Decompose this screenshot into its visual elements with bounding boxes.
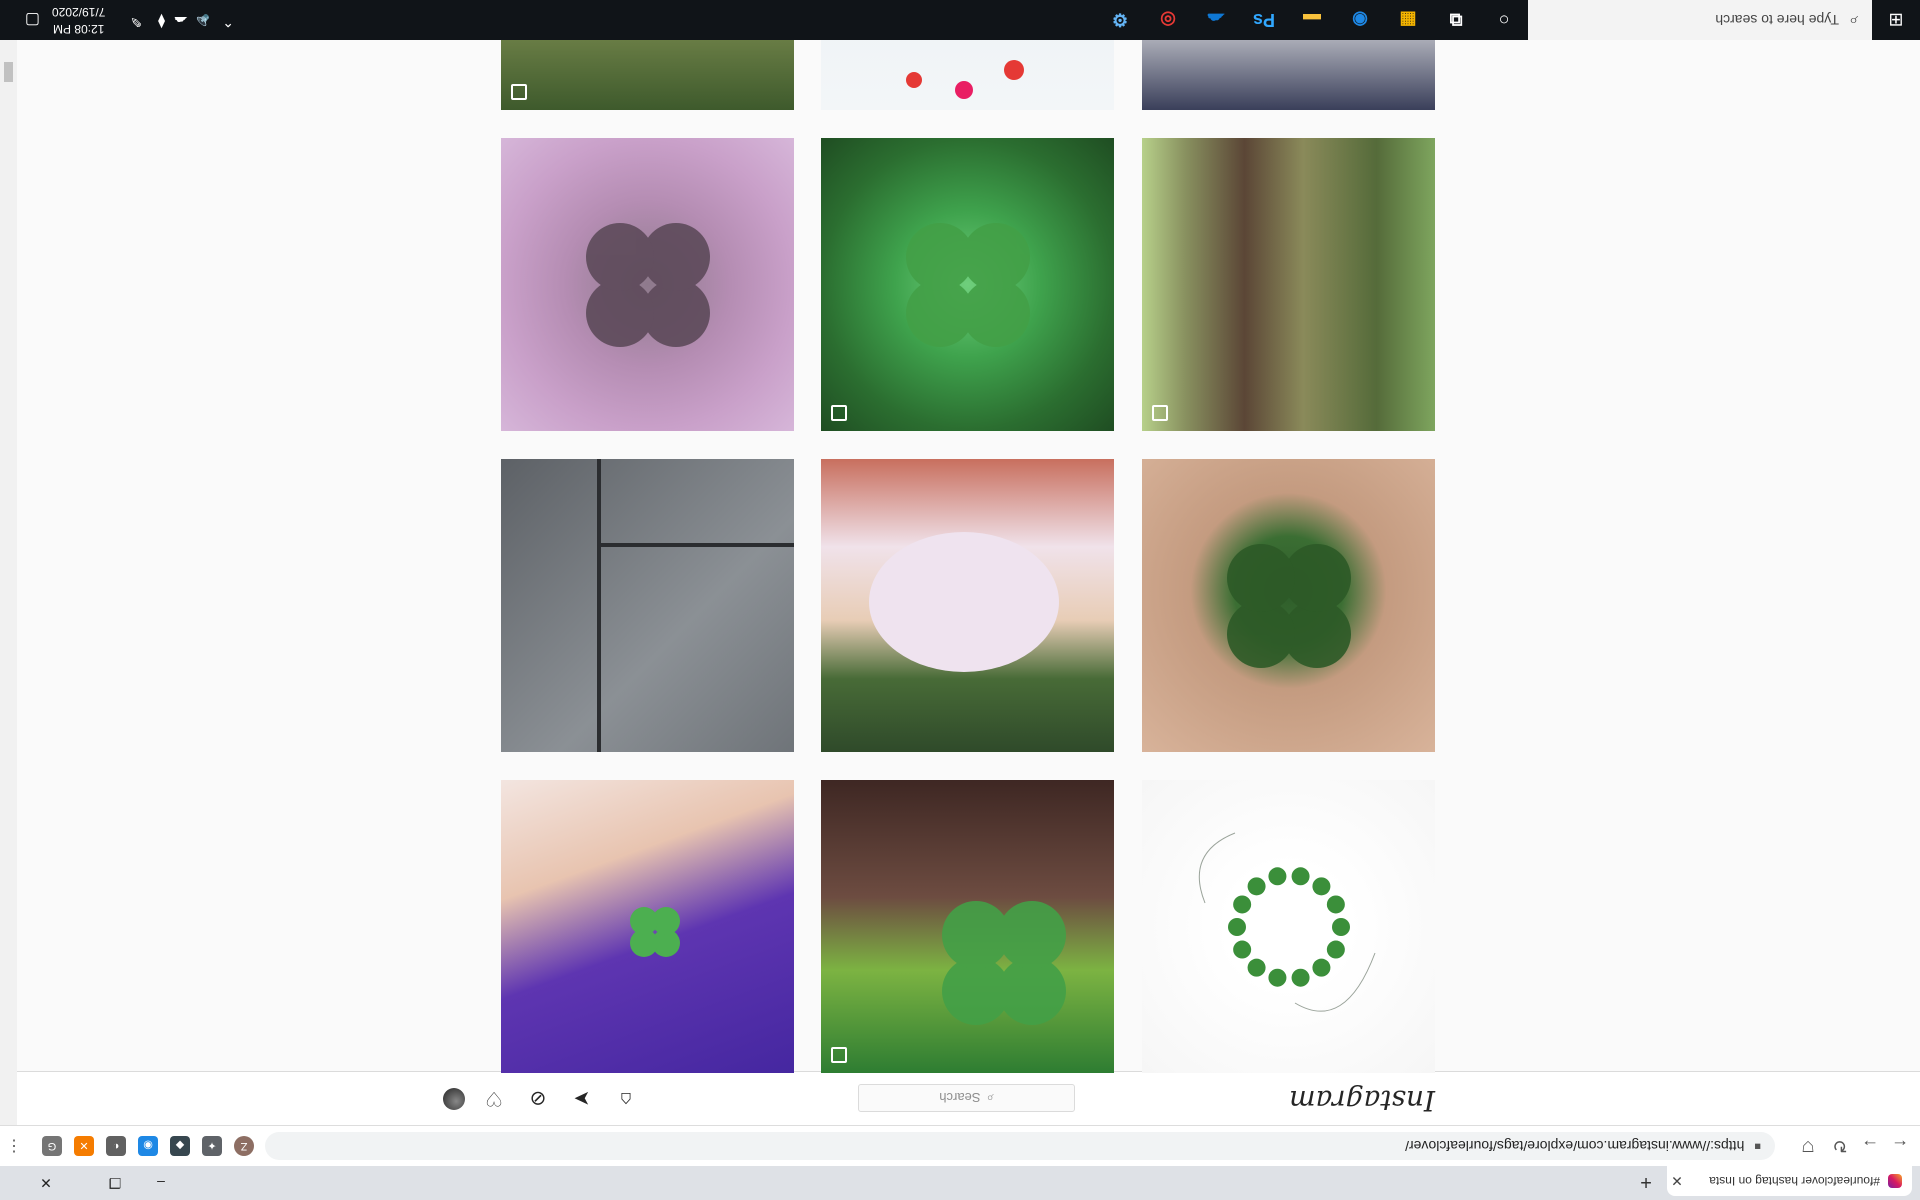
address-bar[interactable]: ■ https://www.instagram.com/explore/tags…	[265, 1132, 1775, 1160]
ext-grey-icon[interactable]: ◐	[106, 1136, 126, 1156]
shield-icon[interactable]: ⛉	[1794, 1132, 1822, 1160]
post-clover-wreath[interactable]	[1142, 780, 1435, 1073]
tab-title: #fourleafclover hashtag on Insta	[1709, 1174, 1880, 1188]
ext-g-icon[interactable]: G	[42, 1136, 62, 1156]
ext-puzzle-icon[interactable]: ✦	[202, 1136, 222, 1156]
post-mask-face[interactable]	[821, 459, 1114, 752]
restore-button[interactable]: ❐	[92, 1166, 138, 1200]
search-placeholder: Search	[939, 1090, 981, 1106]
file-explorer-icon[interactable]: ▬	[1288, 0, 1336, 40]
post-green-clover[interactable]	[821, 138, 1114, 431]
windows-taskbar: ⊞ ⌕ Type here to search ○ ⧉ ▦ ◉ ▬ Ps ☁ ◎ ⚙ ⌃ 🔈 ☁…	[0, 0, 1920, 40]
screen: #fourleafclover hashtag on Insta ✕ + – ❐…	[0, 0, 1920, 1200]
search-input[interactable]: ⌕ Search	[858, 1084, 1075, 1112]
search-icon: ⌕	[1849, 12, 1858, 29]
ext-bookmark-icon[interactable]: ◆	[170, 1136, 190, 1156]
browser-tab[interactable]: #fourleafclover hashtag on Insta ✕	[1667, 1166, 1912, 1196]
multiple-photos-icon	[511, 84, 527, 100]
post-pink-clover[interactable]	[501, 138, 794, 431]
post-hand-clover[interactable]	[1142, 459, 1435, 752]
page-scrollbar[interactable]	[0, 40, 17, 1125]
browser-tab-bar: #fourleafclover hashtag on Insta ✕ + – ❐…	[0, 1166, 1920, 1200]
onedrive-icon[interactable]: ☁	[1192, 0, 1240, 40]
clock-time: 12:08 PM	[53, 22, 105, 36]
ext-z-icon[interactable]: Z	[234, 1136, 254, 1156]
cortana-icon[interactable]: ○	[1480, 0, 1528, 40]
post-dog-clover[interactable]	[821, 780, 1114, 1073]
url-text: https://www.instagram.com/explore/tags/f…	[1405, 1138, 1745, 1154]
multiple-photos-icon	[831, 405, 847, 421]
multiple-photos-icon	[831, 1047, 847, 1063]
edge-icon[interactable]: ◉	[1336, 0, 1384, 40]
minimize-button[interactable]: –	[138, 1166, 184, 1200]
tray-chevron-icon[interactable]: ⌃	[222, 13, 234, 30]
home-icon[interactable]: ⌂	[613, 1086, 639, 1112]
forward-icon[interactable]: →	[1856, 1132, 1884, 1160]
explore-compass-icon[interactable]: ⊘	[525, 1086, 551, 1112]
taskbar-clock[interactable]: 12:08 PM 7/19/2020	[52, 3, 105, 37]
new-tab-button[interactable]: +	[1634, 1170, 1658, 1194]
profile-avatar[interactable]	[443, 1088, 465, 1110]
ext-orange-icon[interactable]: ✕	[74, 1136, 94, 1156]
ext-blue-icon[interactable]: ◉	[138, 1136, 158, 1156]
post-marble-floor[interactable]	[501, 459, 794, 752]
settings-app-icon[interactable]: ⚙	[1096, 0, 1144, 40]
windows-start-icon[interactable]: ⊞	[1872, 0, 1920, 40]
post-purple-dress-clover[interactable]	[501, 780, 794, 1073]
taskbar-search-box[interactable]: ⌕ Type here to search	[1528, 0, 1872, 40]
multiple-photos-icon	[1152, 405, 1168, 421]
network-icon[interactable]: ☁	[174, 13, 188, 30]
scrollbar-thumb[interactable]	[4, 62, 13, 82]
tab-close-icon[interactable]: ✕	[1667, 1173, 1687, 1190]
back-icon[interactable]: ←	[1886, 1132, 1914, 1160]
window-close-button[interactable]: ✕	[0, 1166, 92, 1200]
dropbox-icon[interactable]: ⧫	[158, 13, 165, 30]
instagram-header: Instagram ⌕ Search ⌂ ➤ ⊘ ♡	[17, 1071, 1920, 1125]
instagram-logo[interactable]: Instagram	[1289, 1084, 1435, 1117]
activity-heart-icon[interactable]: ♡	[481, 1086, 507, 1112]
instagram-favicon-icon	[1888, 1174, 1902, 1188]
pen-icon[interactable]: ✎	[130, 13, 142, 30]
chrome-icon[interactable]: ◎	[1144, 0, 1192, 40]
photoshop-icon[interactable]: Ps	[1240, 0, 1288, 40]
lock-icon: ■	[1754, 1140, 1761, 1152]
clock-date: 7/19/2020	[52, 5, 106, 19]
store-icon[interactable]: ▦	[1384, 0, 1432, 40]
taskbar-search-placeholder: Type here to search	[1715, 12, 1840, 28]
menu-dots-icon[interactable]: ⋮	[0, 1132, 28, 1160]
post-tree-bark[interactable]	[1142, 138, 1435, 431]
task-view-icon[interactable]: ⧉	[1432, 0, 1480, 40]
direct-messages-icon[interactable]: ➤	[569, 1086, 595, 1112]
browser-toolbar: ← → ↻ ⛉ ■ https://www.instagram.com/expl…	[0, 1125, 1920, 1166]
notifications-icon[interactable]: ▢	[25, 10, 40, 30]
search-icon: ⌕	[986, 1091, 994, 1106]
reload-icon[interactable]: ↻	[1826, 1132, 1854, 1160]
volume-icon[interactable]: 🔈	[193, 13, 210, 30]
